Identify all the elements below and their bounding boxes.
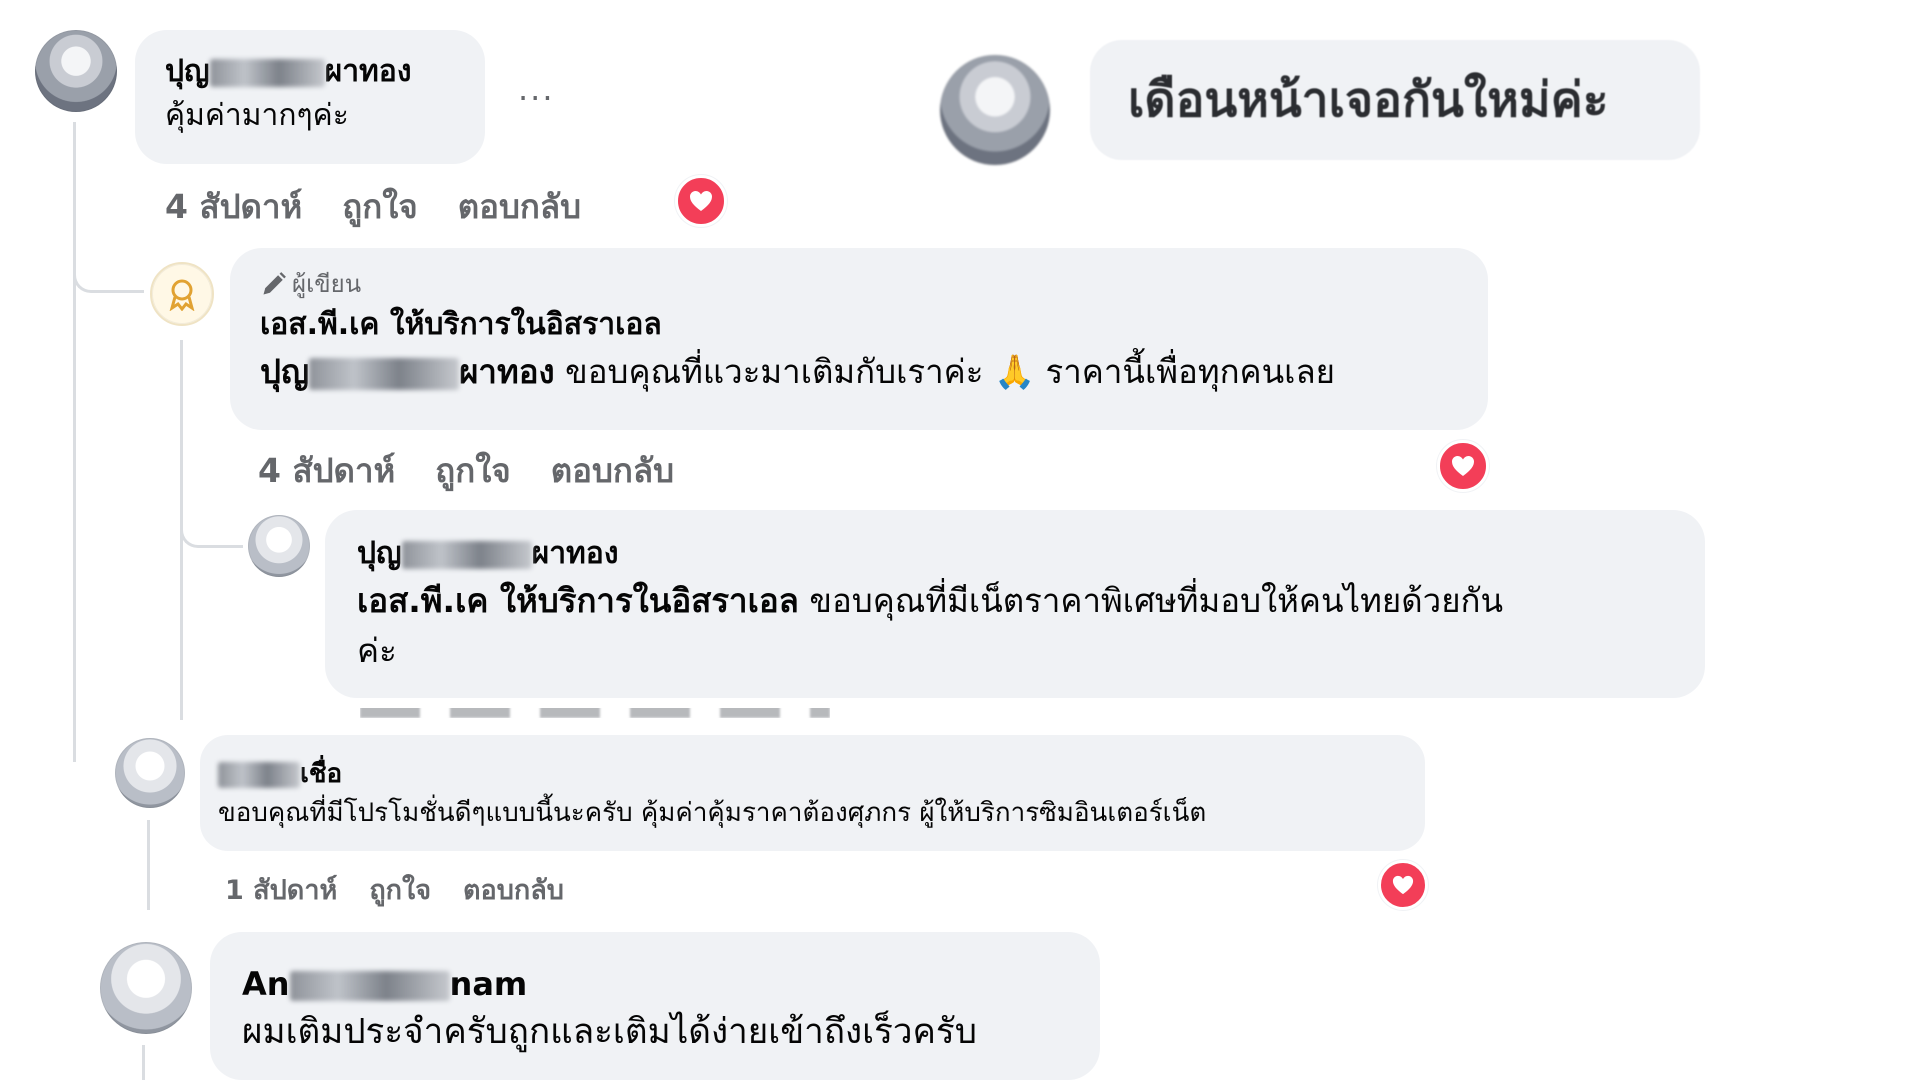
reply-button[interactable]: ตอบกลับ: [458, 187, 581, 226]
comment-author[interactable]: An nam: [242, 962, 1100, 1006]
pencil-icon: [263, 272, 286, 295]
comment-bubble: An nam ผมเติมประจำครับถูกและเติมได้ง่ายเข…: [210, 932, 1100, 1080]
comment-text: ขอบคุณที่มีโปรโมชั่นดีๆแบบนี้นะครับ คุ้ม…: [218, 798, 1207, 828]
thread-branch: [180, 515, 243, 548]
comment-text-part: ขอบคุณที่แวะมาเติมกับเราค่ะ: [565, 352, 984, 391]
comment-text-part: ขอบคุณที่มีเน็ตราคาพิเศษที่มอบให้คนไทยด้…: [809, 581, 1504, 620]
avatar[interactable]: [100, 942, 192, 1034]
comment-bubble: ปุญ ผาทอง คุ้มค่ามากๆค่ะ: [135, 30, 485, 164]
author-name-start: An: [242, 965, 290, 1003]
clipped-actions-row: [360, 708, 830, 718]
comment-author[interactable]: เอส.พี.เค ให้บริการในอิสราเอล: [260, 302, 1488, 348]
mention-name-start: ปุญ: [260, 352, 310, 391]
comment-text: คุ้มค่ามากๆค่ะ: [165, 98, 349, 133]
comment-author[interactable]: ปุญ ผาทอง: [165, 50, 485, 94]
folded-hands-emoji: 🙏: [993, 352, 1036, 391]
author-badge: ผู้เขียน: [260, 266, 1488, 302]
comment-time[interactable]: 1 สัปดาห์: [225, 875, 337, 906]
thread-line: [73, 122, 76, 762]
comment-time[interactable]: 4 สัปดาห์: [165, 187, 302, 226]
avatar[interactable]: [35, 30, 117, 112]
author-name-end: เชื่อ: [300, 759, 343, 789]
thread-line: [147, 820, 150, 910]
author-badge-label: ผู้เขียน: [292, 270, 362, 298]
floating-comment-bubble: เดือนหน้าเจอกันใหม่ค่ะ: [1090, 40, 1700, 160]
comment-text: ปุญ ผาทอง ขอบคุณที่แวะมาเติมกับเราค่ะ 🙏 ร…: [260, 348, 1488, 396]
comment-actions: 4 สัปดาห์ ถูกใจ ตอบกลับ: [165, 180, 621, 233]
reply-button[interactable]: ตอบกลับ: [463, 875, 564, 906]
comment-text: เอส.พี.เค ให้บริการในอิสราเอล ขอบคุณที่ม…: [357, 576, 1705, 626]
mention-link[interactable]: ปุญ ผาทอง: [260, 352, 555, 391]
comment-text-part: ราคานี้เพื่อทุกคนเลย: [1045, 352, 1336, 391]
comment-author[interactable]: ปุญ ผาทอง: [357, 532, 1705, 576]
page-logo-icon: [169, 279, 195, 311]
comment-time[interactable]: 4 สัปดาห์: [258, 451, 395, 490]
author-name-end: ผาทอง: [531, 536, 619, 571]
redacted-name: [218, 761, 300, 788]
comment-bubble: ผู้เขียน เอส.พี.เค ให้บริการในอิสราเอล ป…: [230, 248, 1488, 430]
comment-author[interactable]: เชื่อ: [218, 755, 1425, 793]
avatar[interactable]: [115, 738, 185, 808]
author-name-start: ปุญ: [357, 536, 402, 571]
comment-text-continued: ค่ะ: [357, 631, 397, 670]
thread-branch: [73, 255, 144, 293]
avatar[interactable]: [248, 515, 310, 577]
more-options-button[interactable]: ...: [518, 70, 555, 108]
love-reaction-icon[interactable]: [675, 175, 727, 227]
comment-text: ผมเติมประจำครับถูกและเติมได้ง่ายเข้าถึงเ…: [242, 1012, 977, 1052]
author-name-end: nam: [449, 965, 528, 1003]
like-button[interactable]: ถูกใจ: [342, 187, 417, 226]
love-reaction-icon[interactable]: [1437, 440, 1489, 492]
author-name-end: ผาทอง: [324, 54, 412, 89]
redacted-name: [309, 357, 460, 390]
love-reaction-icon[interactable]: [1378, 860, 1428, 910]
comment-actions: 1 สัปดาห์ ถูกใจ ตอบกลับ: [225, 868, 604, 911]
comment-actions: 4 สัปดาห์ ถูกใจ ตอบกลับ: [258, 444, 714, 497]
redacted-name: [209, 58, 325, 87]
redacted-name: [401, 540, 532, 569]
comment-bubble: ปุญ ผาทอง เอส.พี.เค ให้บริการในอิสราเอล ข…: [325, 510, 1705, 698]
floating-avatar[interactable]: [940, 55, 1050, 165]
mention-link[interactable]: เอส.พี.เค ให้บริการในอิสราเอล: [357, 581, 799, 620]
comment-bubble: เชื่อ ขอบคุณที่มีโปรโมชั่นดีๆแบบนี้นะครั…: [200, 735, 1425, 851]
like-button[interactable]: ถูกใจ: [369, 875, 431, 906]
thread-line: [142, 1045, 145, 1080]
mention-name-end: ผาทอง: [459, 352, 555, 391]
redacted-name: [289, 971, 450, 1001]
like-button[interactable]: ถูกใจ: [435, 451, 510, 490]
reply-button[interactable]: ตอบกลับ: [551, 451, 674, 490]
author-name-start: ปุญ: [165, 54, 210, 89]
page-avatar[interactable]: [150, 262, 214, 326]
floating-comment-text: เดือนหน้าเจอกันใหม่ค่ะ: [1128, 72, 1609, 128]
